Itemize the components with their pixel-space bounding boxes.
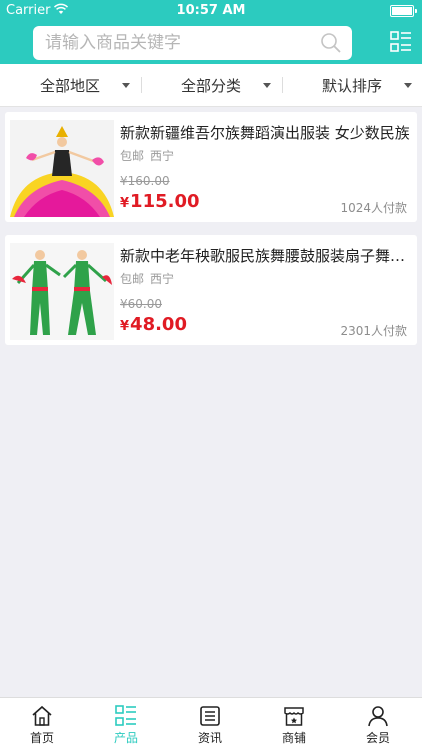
tab-shop-label: 商铺 [281,731,306,745]
shop-icon [284,707,304,726]
tab-bar: 首页 产品 资讯 商铺 会员 [0,697,422,751]
tab-news-label: 资讯 [197,731,222,745]
price-value: 48.00 [130,314,187,335]
product-location: 西宁 [150,272,175,286]
product-image [10,120,114,217]
tab-member-label: 会员 [365,731,390,745]
filter-bar: 全部地区 全部分类 默认排序 [0,64,422,107]
product-title[interactable]: 新款新疆维吾尔族舞蹈演出服装 女少数民族 [120,122,412,143]
product-card[interactable]: 新款新疆维吾尔族舞蹈演出服装 女少数民族 包邮 西宁 ¥160.00 ¥115.… [5,112,417,222]
filter-region-label: 全部地区 [39,77,100,95]
product-title[interactable]: 新款中老年秧歌服民族舞腰鼓服装扇子舞演出服 [120,245,412,266]
search-input[interactable] [45,26,305,60]
product-location: 西宁 [150,149,175,163]
search-box[interactable] [33,26,352,60]
tab-products[interactable]: 产品 [84,698,168,751]
price-value: 115.00 [130,191,200,212]
currency-symbol: ¥ [120,319,130,334]
product-image [10,243,114,340]
sold-count: 2301人付款 [340,324,407,338]
filter-category[interactable]: 全部分类 [141,64,281,106]
news-icon [200,706,220,726]
current-price: ¥115.00 [120,191,200,212]
caret-down-icon [122,83,130,88]
top-bar: Carrier 10:57 AM [0,0,422,64]
caret-down-icon [263,83,271,88]
current-price: ¥48.00 [120,314,187,335]
currency-symbol: ¥ [120,196,130,211]
list-view-icon[interactable] [390,31,412,53]
status-bar: Carrier 10:57 AM [0,0,422,22]
shipping-tag: 包邮 [120,149,145,163]
battery-icon [390,5,417,17]
tab-shop[interactable]: 商铺 [252,698,336,751]
original-price: ¥160.00 [120,174,170,188]
tab-home[interactable]: 首页 [0,698,84,751]
list-icon [115,705,136,726]
sold-count: 1024人付款 [340,201,407,215]
user-icon [368,706,388,727]
filter-category-label: 全部分类 [180,77,241,95]
tab-home-label: 首页 [29,731,54,745]
product-card[interactable]: 新款中老年秧歌服民族舞腰鼓服装扇子舞演出服 包邮 西宁 ¥60.00 ¥48.0… [5,235,417,345]
caret-down-icon [404,83,412,88]
home-icon [32,705,52,726]
shipping-tag: 包邮 [120,272,145,286]
tab-member[interactable]: 会员 [336,698,420,751]
filter-sort-label: 默认排序 [321,77,382,95]
status-time: 10:57 AM [176,3,246,18]
filter-sort[interactable]: 默认排序 [282,64,422,106]
search-icon[interactable] [320,32,342,54]
original-price: ¥60.00 [120,297,162,311]
filter-region[interactable]: 全部地区 [0,64,140,106]
tab-news[interactable]: 资讯 [168,698,252,751]
tab-products-label: 产品 [113,731,138,745]
